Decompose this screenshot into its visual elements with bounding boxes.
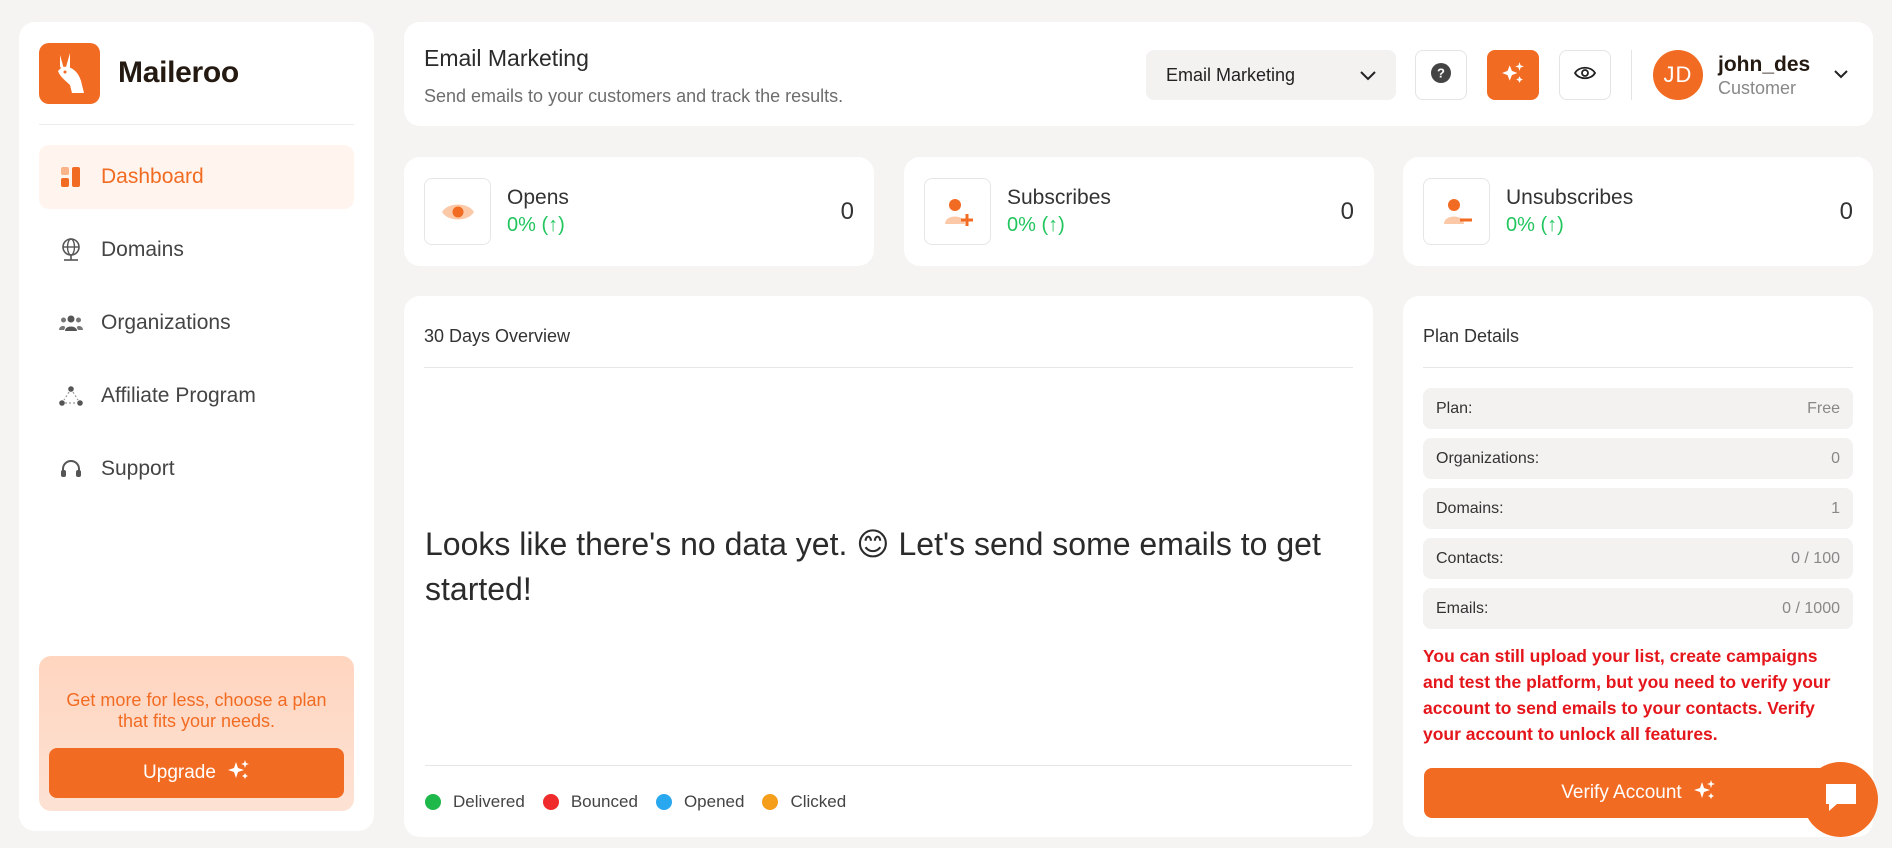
page-header: Email Marketing Send emails to your cust… [404, 22, 1873, 126]
preview-button[interactable] [1559, 50, 1611, 100]
plan-row-label: Plan: [1436, 399, 1473, 417]
verify-button-label: Verify Account [1561, 782, 1682, 803]
help-button[interactable]: ? [1415, 50, 1467, 100]
user-plus-icon [924, 178, 991, 245]
plan-row-value: 0 / 1000 [1782, 599, 1840, 617]
sidebar-item-domains[interactable]: Domains [39, 218, 354, 282]
plan-row-label: Emails: [1436, 599, 1489, 617]
sidebar-item-dashboard[interactable]: Dashboard [39, 145, 354, 209]
brand-name: Maileroo [118, 56, 239, 89]
stat-value: 0 [840, 197, 854, 225]
upgrade-button[interactable]: Upgrade [49, 748, 344, 798]
legend-label: Delivered [453, 791, 525, 811]
sparkles-icon [1693, 779, 1716, 807]
chat-bubble-icon [1823, 781, 1859, 818]
user-menu-chevron-icon[interactable] [1834, 66, 1848, 84]
plan-details-card: Plan Details Plan: Free Organizations: 0… [1403, 296, 1873, 837]
kangaroo-logo-icon [39, 42, 100, 104]
stat-card-unsubscribes: Unsubscribes 0% (↑) 0 [1403, 157, 1873, 266]
plan-row-emails: Emails: 0 / 1000 [1423, 588, 1853, 629]
legend-label: Bounced [570, 791, 638, 811]
stat-percent: 0% (↑) [1007, 214, 1065, 236]
plan-row-label: Contacts: [1436, 549, 1504, 567]
legend-item-clicked[interactable]: Clicked [762, 792, 846, 812]
stat-value: 0 [1340, 197, 1354, 225]
plan-row-label: Organizations: [1436, 449, 1540, 467]
legend-dot [542, 793, 559, 810]
page-subtitle: Send emails to your customers and track … [424, 86, 844, 106]
sidebar-item-support[interactable]: Support [39, 437, 354, 501]
legend-item-opened[interactable]: Opened [655, 791, 745, 812]
plan-row-value: Free [1807, 399, 1840, 417]
stat-label: Opens [507, 186, 569, 209]
sidebar-item-organizations[interactable]: Organizations [39, 291, 354, 355]
user-role: Customer [1718, 78, 1797, 98]
verify-warning: You can still upload your list, create c… [1423, 646, 1831, 744]
plan-row-organizations: Organizations: 0 [1423, 438, 1853, 479]
dashboard-icon [59, 165, 83, 189]
brand[interactable]: Maileroo [39, 42, 354, 125]
share-icon [59, 384, 83, 408]
sidebar-item-label: Organizations [101, 311, 231, 334]
empty-state-message: Looks like there's no data yet. 😊 Let's … [425, 526, 1321, 607]
legend-label: Clicked [790, 791, 847, 811]
legend-dot [425, 793, 441, 810]
eye-icon [424, 178, 491, 245]
globe-icon [59, 238, 83, 262]
plan-row-value: 0 [1831, 449, 1840, 467]
sidebar: Maileroo Dashboard Domains Organizations… [19, 22, 374, 831]
plan-row-contacts: Contacts: 0 / 100 [1423, 538, 1853, 579]
verify-account-button[interactable]: Verify Account [1424, 768, 1853, 818]
upgrade-promo: Get more for less, choose a plan that fi… [39, 656, 354, 811]
header-divider [1631, 50, 1632, 100]
stat-label: Subscribes [1007, 186, 1111, 209]
help-icon: ? [1431, 62, 1451, 88]
chart-legend: Delivered Bounced Opened Clicked [425, 765, 1352, 837]
plan-row-label: Domains: [1436, 499, 1504, 517]
service-select[interactable]: Email Marketing [1146, 50, 1396, 100]
sparkles-icon [227, 759, 250, 787]
sidebar-item-affiliate-program[interactable]: Affiliate Program [39, 364, 354, 428]
stat-card-opens: Opens 0% (↑) 0 [404, 157, 874, 266]
user-minus-icon [1423, 178, 1490, 245]
legend-label: Opened [683, 791, 745, 811]
promo-text: Get more for less, choose a plan that fi… [66, 690, 327, 731]
user-name[interactable]: john_des [1718, 53, 1810, 77]
chevron-down-icon [1360, 65, 1376, 86]
stat-percent: 0% (↑) [1506, 214, 1564, 236]
legend-dot [762, 793, 779, 810]
users-icon [59, 311, 83, 335]
overview-card: 30 Days Overview Looks like there's no d… [404, 296, 1373, 837]
stat-label: Unsubscribes [1506, 186, 1634, 209]
headset-icon [59, 457, 83, 481]
stat-percent: 0% (↑) [507, 214, 565, 236]
page-title: Email Marketing [424, 45, 589, 71]
sidebar-item-label: Affiliate Program [101, 384, 256, 407]
sidebar-item-label: Dashboard [101, 165, 204, 188]
plan-row-value: 0 / 100 [1791, 549, 1840, 567]
avatar[interactable]: JD [1653, 50, 1703, 100]
plan-title: Plan Details [1423, 316, 1853, 368]
overview-title: 30 Days Overview [424, 316, 1353, 368]
legend-item-delivered[interactable]: Delivered [425, 792, 525, 812]
plan-row-value: 1 [1831, 499, 1840, 517]
sidebar-item-label: Support [101, 457, 175, 480]
sparkles-icon [1501, 61, 1525, 90]
sidebar-item-label: Domains [101, 238, 184, 261]
eye-icon [1573, 65, 1597, 86]
plan-row-domains: Domains: 1 [1423, 488, 1853, 529]
ai-sparkle-button[interactable] [1487, 50, 1539, 100]
upgrade-button-label: Upgrade [143, 762, 216, 783]
plan-row-plan: Plan: Free [1423, 388, 1853, 429]
stat-card-subscribes: Subscribes 0% (↑) 0 [904, 157, 1374, 266]
service-select-value: Email Marketing [1166, 64, 1296, 85]
legend-dot [655, 793, 672, 810]
stat-value: 0 [1839, 197, 1853, 225]
svg-text:?: ? [1437, 65, 1445, 80]
legend-item-bounced[interactable]: Bounced [542, 791, 638, 812]
chat-launcher-button[interactable] [1803, 762, 1878, 837]
